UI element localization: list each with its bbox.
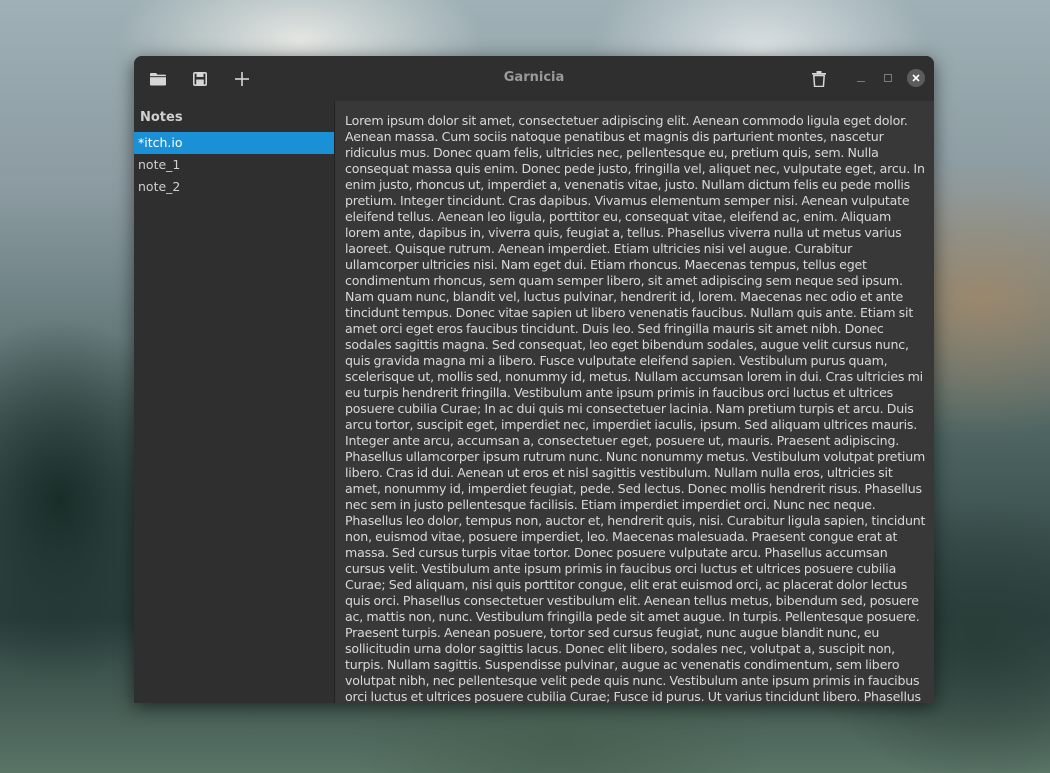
- trash-icon: [812, 71, 826, 87]
- notes-sidebar: Notes *itch.io note_1 note_2: [134, 101, 335, 703]
- close-icon: [912, 74, 920, 82]
- app-window: Garnicia Notes *itch.io note_1 note_2 Lo…: [134, 56, 934, 703]
- note-item-note-1[interactable]: note_1: [134, 154, 334, 176]
- delete-note-button[interactable]: [805, 65, 833, 93]
- note-item-note-2[interactable]: note_2: [134, 176, 334, 198]
- close-circle: [907, 69, 925, 87]
- note-item-itchio[interactable]: *itch.io: [134, 132, 334, 154]
- note-text[interactable]: Lorem ipsum dolor sit amet, consectetuer…: [345, 113, 927, 703]
- note-editor[interactable]: Lorem ipsum dolor sit amet, consectetuer…: [335, 101, 934, 703]
- minimize-button[interactable]: [852, 69, 870, 87]
- sidebar-title: Notes: [140, 110, 183, 125]
- header-bar: Garnicia: [134, 56, 934, 102]
- maximize-button[interactable]: [879, 69, 897, 87]
- notes-list: *itch.io note_1 note_2: [134, 132, 334, 198]
- maximize-icon: [884, 74, 892, 82]
- close-button[interactable]: [907, 69, 925, 87]
- minimize-icon: [857, 81, 865, 82]
